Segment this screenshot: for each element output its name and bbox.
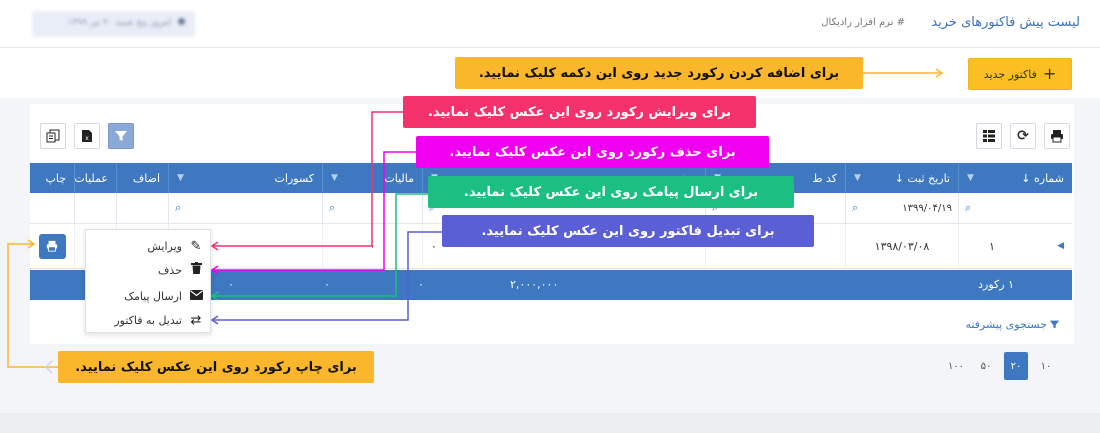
plus-icon: + — [1042, 64, 1057, 83]
exchange-icon: ⇄ — [190, 312, 202, 328]
page-size-10[interactable]: ۱۰ — [1034, 352, 1058, 380]
column-header-number[interactable]: شماره ↓ ▼ — [958, 163, 1072, 193]
printer-icon — [1051, 130, 1063, 143]
filter-cell-tax[interactable]: ⌕ — [322, 193, 422, 223]
page-size-50[interactable]: ۵۰ — [974, 352, 998, 380]
summary-deductions: ۰ — [228, 278, 234, 291]
column-header-date[interactable]: تاریخ ثبت ↓ ▼ — [845, 163, 958, 193]
refresh-icon: ⟳ — [1017, 128, 1029, 144]
filter-icon — [1049, 320, 1060, 329]
expand-row-icon[interactable]: ◀ — [1057, 241, 1064, 251]
page-size-selector: ۱۰ ۲۰ ۵۰ ۱۰۰ — [944, 352, 1058, 380]
cell-tax: ۰ — [322, 224, 422, 268]
cell-print — [30, 224, 74, 268]
filter-cell-operations — [74, 193, 116, 223]
filter-cell-print — [30, 193, 74, 223]
print-button[interactable] — [1044, 123, 1070, 149]
summary-tax: ۰ — [324, 278, 330, 291]
trash-icon — [188, 262, 204, 278]
column-header-deductions[interactable]: کسورات ▼ — [168, 163, 322, 193]
new-invoice-button[interactable]: + فاکتور جدید — [968, 58, 1072, 90]
search-icon: ⌕ — [965, 201, 972, 214]
copy-button[interactable] — [40, 123, 66, 149]
cell-date: ۱۳۹۸/۰۳/۰۸ — [845, 224, 958, 268]
callout-edit: برای ویرایش رکورد روی این عکس کلیک نمایی… — [403, 96, 756, 128]
date-badge: امروز پنج شنبه ۲۰ تیر ۱۳۹۹ — [32, 11, 195, 37]
column-chooser-button[interactable] — [976, 123, 1002, 149]
column-filter-icon[interactable]: ▼ — [854, 173, 861, 183]
advanced-search-link[interactable]: جستجوی پیشرفته — [965, 318, 1060, 331]
file-excel-icon: x — [82, 130, 92, 142]
search-icon: ⌕ — [852, 201, 859, 214]
filter-cell-additions[interactable] — [116, 193, 168, 223]
filter-icon — [115, 131, 127, 141]
callout-sms: برای ارسال پیامک روی این عکس کلیک نمایید… — [428, 176, 794, 208]
filter-toggle-button[interactable] — [108, 123, 134, 149]
column-header-print: چاپ — [45, 171, 66, 185]
search-icon: ⌕ — [329, 201, 336, 214]
filter-date-value: ۱۳۹۹/۰۴/۱۹ — [902, 202, 952, 214]
page-size-100[interactable]: ۱۰۰ — [944, 352, 968, 380]
menu-item-edit[interactable]: ✎ ویرایش — [147, 236, 204, 256]
column-header-operations: عملیات — [74, 163, 116, 193]
filter-cell-number[interactable]: ⌕ — [958, 193, 1072, 223]
callout-convert: برای تبدیل فاکتور روی این عکس کلیک نمایی… — [442, 215, 814, 247]
page-title: لیست پیش فاکتورهای خرید — [931, 15, 1080, 30]
callout-add-record: برای اضافه کردن رکورد جدید روی این دکمه … — [455, 57, 863, 89]
excel-export-button[interactable]: x — [74, 123, 100, 149]
calendar-icon — [178, 18, 185, 25]
callout-delete: برای حذف رکورد روی این عکس کلیک نمایید. — [416, 136, 769, 168]
page-size-20[interactable]: ۲۰ — [1004, 352, 1028, 380]
row-context-menu: ✎ ویرایش حذف ارسال پیامک ⇄ تبدیل به فاکت… — [85, 229, 211, 333]
column-filter-icon[interactable]: ▼ — [177, 173, 184, 183]
columns-icon — [983, 130, 995, 142]
column-header-tax[interactable]: مالیات ▼ — [322, 163, 422, 193]
envelope-icon — [188, 289, 204, 304]
record-count: ۱ رکورد — [978, 278, 1014, 291]
callout-print: برای چاپ رکورد روی این عکس کلیک نمایید. — [58, 351, 374, 383]
header-bar: لیست پیش فاکتورهای خرید # نرم افزار رادی… — [0, 0, 1100, 48]
filter-cell-deductions[interactable]: ⌕ — [168, 193, 322, 223]
svg-text:x: x — [85, 135, 89, 142]
printer-icon — [46, 240, 58, 252]
column-header-additions[interactable]: اضاف — [116, 163, 168, 193]
date-text: امروز پنج شنبه ۲۰ تیر ۱۳۹۹ — [67, 18, 172, 28]
column-filter-icon[interactable]: ▼ — [967, 173, 974, 183]
footer-bar — [0, 413, 1100, 433]
search-icon: ⌕ — [175, 201, 182, 214]
summary-discount: ۰ — [418, 278, 424, 291]
summary-total: ۲,۰۰۰,۰۰۰ — [510, 278, 559, 291]
filter-cell-date[interactable]: ۱۳۹۹/۰۴/۱۹ ⌕ — [845, 193, 958, 223]
menu-item-convert[interactable]: ⇄ تبدیل به فاکتور — [114, 310, 204, 330]
print-row-button[interactable] — [38, 233, 66, 259]
new-invoice-label: فاکتور جدید — [983, 67, 1037, 81]
menu-item-sms[interactable]: ارسال پیامک — [124, 286, 204, 306]
column-filter-icon[interactable]: ▼ — [331, 173, 338, 183]
menu-item-delete[interactable]: حذف — [158, 260, 204, 280]
refresh-button[interactable]: ⟳ — [1010, 123, 1036, 149]
cell-number: ◀ ۱ — [958, 224, 1072, 268]
breadcrumb[interactable]: # نرم افزار رادیکال — [821, 17, 905, 28]
pencil-icon: ✎ — [190, 238, 202, 254]
copy-icon — [46, 129, 60, 143]
